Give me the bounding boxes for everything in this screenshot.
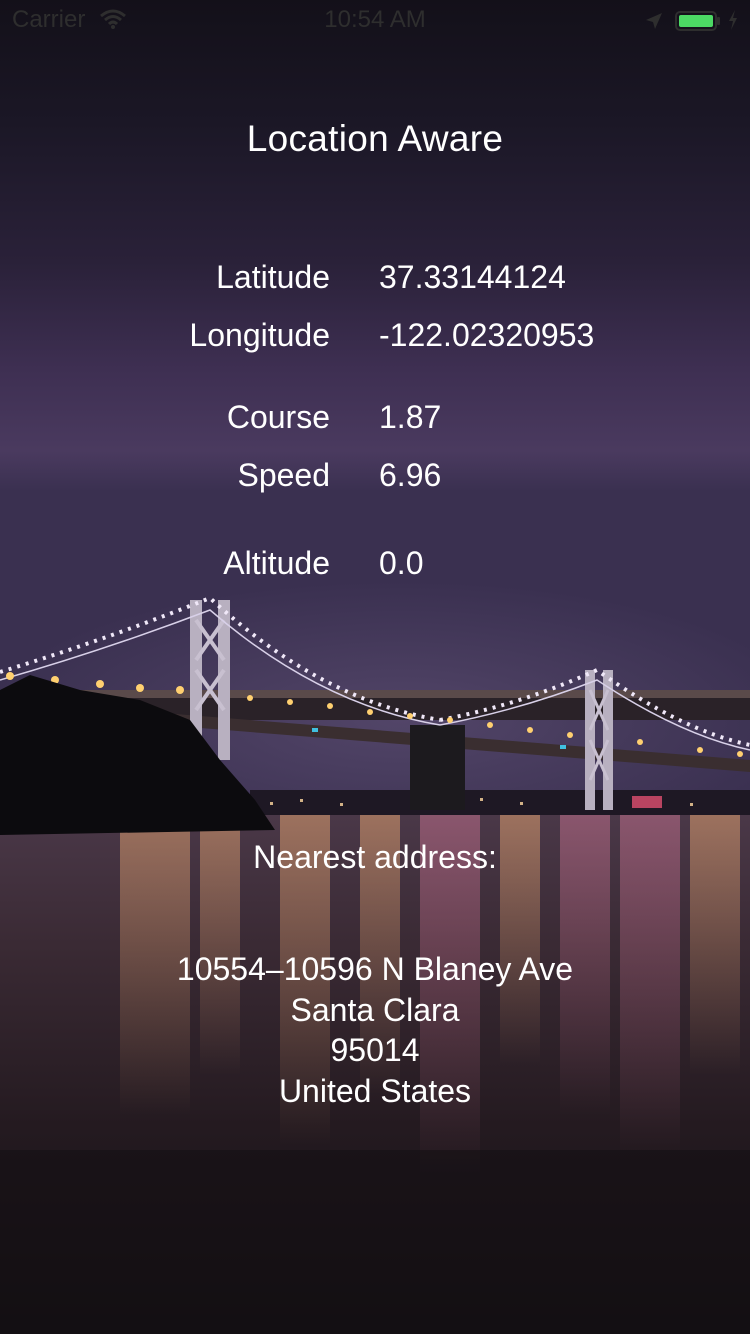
altitude-value: 0.0 (379, 545, 424, 581)
battery-icon (675, 10, 721, 31)
speed-label: Speed (237, 457, 330, 493)
address-postal-code: 95014 (330, 1032, 420, 1068)
address-city: Santa Clara (290, 991, 460, 1028)
status-bar: Carrier 10:54 AM (0, 0, 750, 40)
latitude-label: Latitude (216, 259, 330, 295)
page-title: Location Aware (246, 118, 504, 159)
charging-bolt-icon (727, 9, 739, 31)
longitude-label: Longitude (189, 317, 330, 353)
course-value: 1.87 (379, 399, 442, 435)
course-label: Course (226, 399, 330, 435)
app-screen: Carrier 10:54 AM Location Aware Latitude… (0, 0, 750, 1334)
location-arrow-icon (644, 10, 664, 30)
speed-value: 6.96 (379, 457, 442, 493)
altitude-label: Altitude (223, 545, 330, 581)
address-heading: Nearest address: (253, 839, 497, 875)
status-time: 10:54 AM (324, 6, 426, 33)
address-country: United States (278, 1072, 472, 1109)
background-image (0, 0, 750, 1334)
latitude-value: 37.33144124 (379, 259, 566, 295)
longitude-value: -122.02320953 (379, 317, 595, 353)
address-block: 10554–10596 N Blaney Ave Santa Clara 950… (0, 949, 750, 1111)
address-street: 10554–10596 N Blaney Ave (176, 951, 574, 987)
